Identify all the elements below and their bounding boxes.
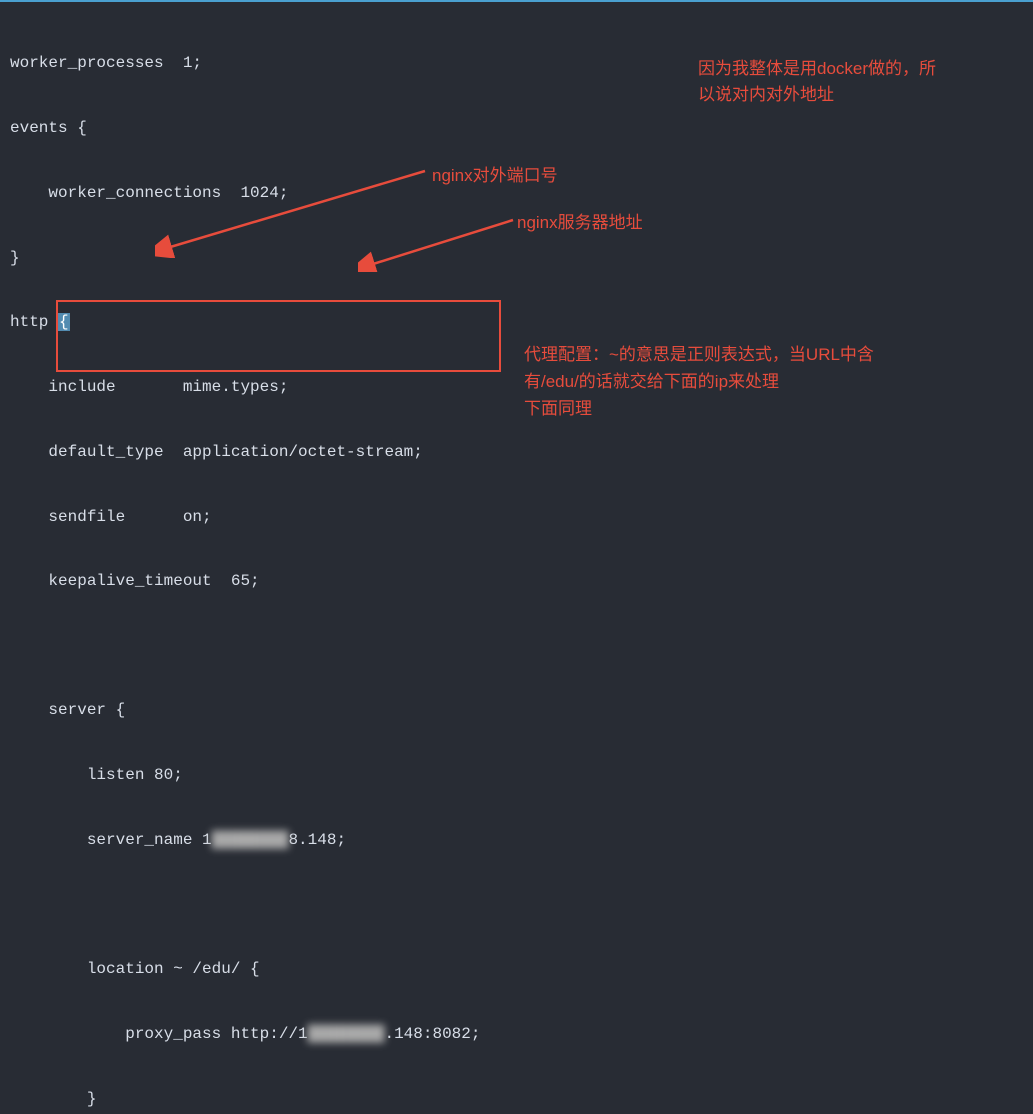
code-line: http { <box>10 312 1023 334</box>
cursor-brace: { <box>58 313 70 331</box>
code-line: listen 80; <box>10 765 1023 787</box>
annotation-proxy: 代理配置：~的意思是正则表达式，当URL中含 有/edu/的话就交给下面的ip来… <box>524 341 874 423</box>
code-line: sendfile on; <box>10 507 1023 529</box>
code-line: default_type application/octet-stream; <box>10 442 1023 464</box>
annotation-server: nginx服务器地址 <box>517 208 643 233</box>
code-line <box>10 895 1023 916</box>
annotation-port: nginx对外端口号 <box>432 161 558 186</box>
code-line: server_name 1████████8.148; <box>10 830 1023 852</box>
code-line <box>10 636 1023 657</box>
code-line: } <box>10 248 1023 270</box>
code-line: keepalive_timeout 65; <box>10 571 1023 593</box>
code-line: location ~ /edu/ { <box>10 959 1023 981</box>
code-line: server { <box>10 700 1023 722</box>
redacted-ip: ████████ <box>308 1025 385 1043</box>
annotation-docker: 因为我整体是用docker做的，所 以说对内对外地址 <box>698 56 936 107</box>
code-line: events { <box>10 118 1023 140</box>
code-line: } <box>10 1089 1023 1111</box>
code-line: proxy_pass http://1████████.148:8082; <box>10 1024 1023 1046</box>
redacted-ip: ████████ <box>212 831 289 849</box>
